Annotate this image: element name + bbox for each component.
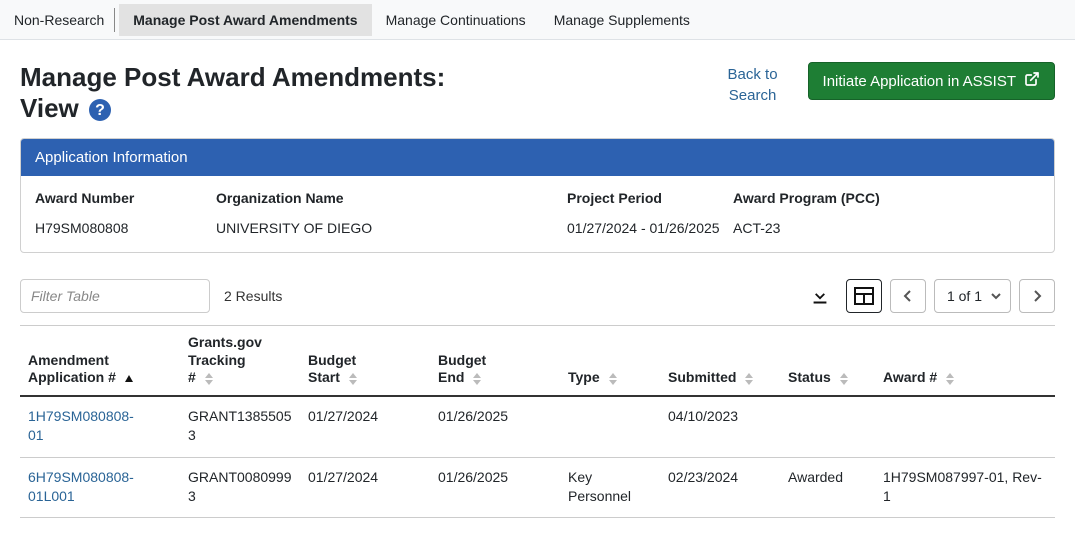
page-title: Manage Post Award Amendments: View ? — [20, 62, 445, 124]
submitted-cell: 02/23/2024 — [660, 457, 780, 518]
page-selector[interactable]: 1 of 1 — [934, 279, 1011, 313]
filter-table-input[interactable] — [20, 279, 210, 313]
col-budget-end[interactable]: Budget End — [430, 326, 560, 396]
results-table: Amendment Application # Grants.gov Track… — [20, 325, 1055, 518]
panel-header: Application Information — [21, 139, 1054, 176]
sort-icon — [945, 373, 955, 385]
col-type[interactable]: Type — [560, 326, 660, 396]
type-cell — [560, 396, 660, 457]
svg-text:?: ? — [95, 102, 105, 119]
prev-page-button[interactable] — [890, 279, 926, 313]
tab-supplements[interactable]: Manage Supplements — [540, 4, 704, 36]
budget-start-cell: 01/27/2024 — [300, 457, 430, 518]
external-link-icon — [1024, 71, 1040, 91]
award-number-value: H79SM080808 — [35, 220, 210, 236]
award-program-label: Award Program (PCC) — [733, 190, 1040, 206]
project-period-value: 01/27/2024 - 01/26/2025 — [567, 220, 727, 236]
status-cell — [780, 396, 875, 457]
back-to-search-link[interactable]: Back to Search — [728, 62, 778, 106]
col-grants-tracking[interactable]: Grants.gov Tracking # — [180, 326, 300, 396]
award-cell: 1H79SM087997-01, Rev-1 — [875, 457, 1055, 518]
status-cell: Awarded — [780, 457, 875, 518]
tracking-cell: GRANT13855053 — [180, 396, 300, 457]
sort-icon — [472, 373, 482, 385]
sort-icon — [204, 373, 214, 385]
amendment-link[interactable]: 1H79SM080808-01 — [20, 396, 180, 457]
col-award[interactable]: Award # — [875, 326, 1055, 396]
results-count: 2 Results — [224, 288, 282, 304]
sort-icon — [608, 373, 618, 385]
table-toolbar: 2 Results 1 of 1 — [20, 279, 1055, 313]
help-icon[interactable]: ? — [88, 98, 112, 122]
sort-icon — [744, 373, 754, 385]
award-number-label: Award Number — [35, 190, 210, 206]
budget-start-cell: 01/27/2024 — [300, 396, 430, 457]
table-row: 6H79SM080808-01L001 GRANT00809993 01/27/… — [20, 457, 1055, 518]
table-row: 1H79SM080808-01 GRANT13855053 01/27/2024… — [20, 396, 1055, 457]
col-budget-start[interactable]: Budget Start — [300, 326, 430, 396]
table-view-icon[interactable] — [846, 279, 882, 313]
col-amendment-app[interactable]: Amendment Application # — [20, 326, 180, 396]
type-cell: Key Personnel — [560, 457, 660, 518]
tab-continuations[interactable]: Manage Continuations — [372, 4, 540, 36]
tab-amendments[interactable]: Manage Post Award Amendments — [119, 4, 371, 36]
budget-end-cell: 01/26/2025 — [430, 457, 560, 518]
top-nav: Non-Research Manage Post Award Amendment… — [0, 0, 1075, 40]
award-cell — [875, 396, 1055, 457]
award-program-value: ACT-23 — [733, 220, 1040, 236]
submitted-cell: 04/10/2023 — [660, 396, 780, 457]
parent-crumb: Non-Research — [14, 8, 115, 32]
budget-end-cell: 01/26/2025 — [430, 396, 560, 457]
project-period-label: Project Period — [567, 190, 727, 206]
sort-asc-icon — [124, 374, 134, 384]
col-submitted[interactable]: Submitted — [660, 326, 780, 396]
sort-icon — [348, 373, 358, 385]
amendment-link[interactable]: 6H79SM080808-01L001 — [20, 457, 180, 518]
chevron-down-icon — [990, 288, 1002, 304]
next-page-button[interactable] — [1019, 279, 1055, 313]
title-row: Manage Post Award Amendments: View ? Bac… — [20, 62, 1055, 124]
download-icon[interactable] — [802, 279, 838, 313]
application-information-panel: Application Information Award Number Org… — [20, 138, 1055, 253]
sort-icon — [839, 373, 849, 385]
tracking-cell: GRANT00809993 — [180, 457, 300, 518]
initiate-application-button[interactable]: Initiate Application in ASSIST — [808, 62, 1055, 100]
col-status[interactable]: Status — [780, 326, 875, 396]
org-name-label: Organization Name — [216, 190, 561, 206]
org-name-value: UNIVERSITY OF DIEGO — [216, 220, 561, 236]
